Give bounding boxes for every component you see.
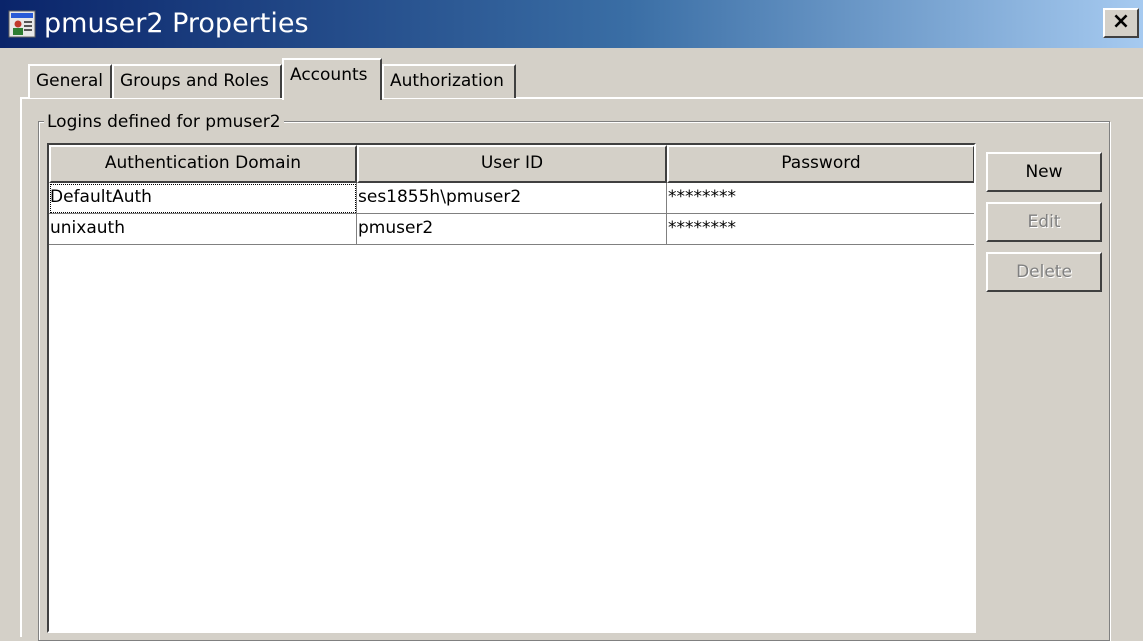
tab-accounts[interactable]: Accounts	[282, 58, 382, 100]
close-button[interactable]: ×	[1103, 8, 1139, 38]
delete-button[interactable]: Delete	[986, 252, 1102, 292]
title-bar: pmuser2 Properties ×	[0, 0, 1143, 48]
user-properties-icon	[8, 10, 36, 38]
table-cell-user-id[interactable]: pmuser2	[357, 214, 667, 245]
window-title: pmuser2 Properties	[44, 8, 309, 39]
tab-groups-and-roles[interactable]: Groups and Roles	[112, 64, 282, 98]
groupbox-label: Logins defined for pmuser2	[44, 111, 284, 133]
column-header-user-id[interactable]: User ID	[357, 145, 667, 183]
tab-general[interactable]: General	[28, 64, 112, 98]
table-cell-domain[interactable]: DefaultAuth	[49, 183, 357, 214]
new-button[interactable]: New	[986, 152, 1102, 192]
close-icon: ×	[1111, 9, 1131, 34]
tab-authorization[interactable]: Authorization	[382, 64, 516, 98]
edit-button[interactable]: Edit	[986, 202, 1102, 242]
column-header-password[interactable]: Password	[667, 145, 974, 183]
logins-table[interactable]: Authentication Domain User ID Password D…	[47, 143, 976, 633]
table-cell-password[interactable]: ********	[667, 183, 974, 214]
table-cell-password[interactable]: ********	[667, 214, 974, 245]
table-cell-user-id[interactable]: ses1855h\pmuser2	[357, 183, 667, 214]
column-header-authentication-domain[interactable]: Authentication Domain	[49, 145, 357, 183]
table-cell-domain[interactable]: unixauth	[49, 214, 357, 245]
